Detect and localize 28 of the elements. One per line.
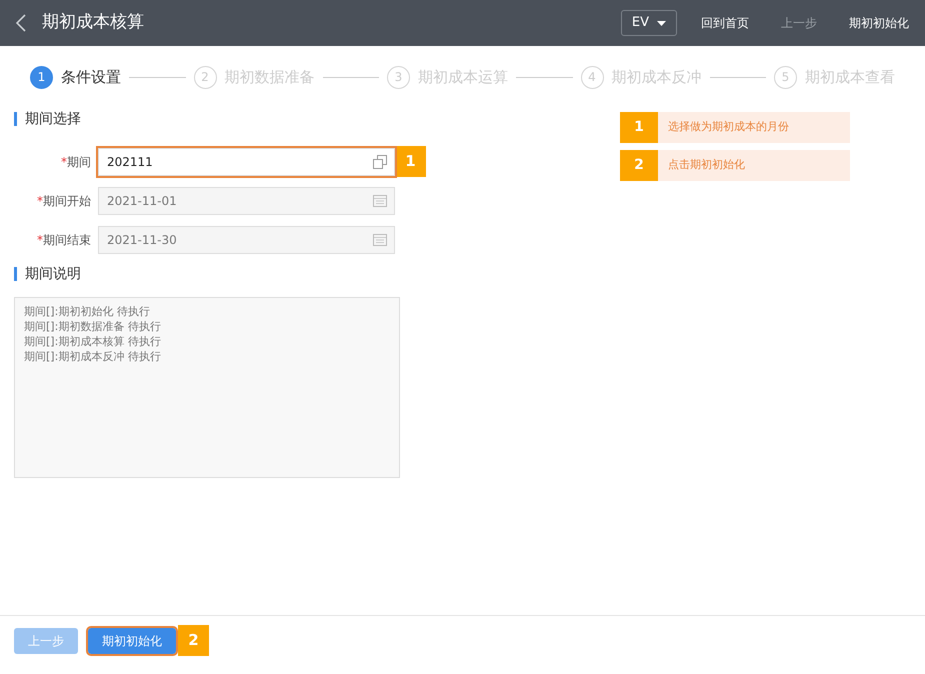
field-label: *期间开始 <box>36 192 92 210</box>
section-title: 期间说明 <box>14 267 440 281</box>
field-label: *期间 <box>60 154 92 170</box>
page-title: 期初成本核算 <box>42 11 144 34</box>
instruction-text: 点击期初初始化 <box>658 150 850 181</box>
input-field[interactable]: 202111 <box>98 148 395 176</box>
callout-badge: 2 <box>178 625 209 656</box>
dropdown-button[interactable]: EV <box>620 10 677 36</box>
description-line: 期间[]:期初成本反冲 待执行 <box>24 349 162 364</box>
callout-badge: 1 <box>395 146 426 177</box>
header-action[interactable]: 期初初始化 <box>849 14 909 32</box>
description-line: 期间[]:期初数据准备 待执行 <box>24 319 162 334</box>
calendar-icon[interactable] <box>373 194 387 206</box>
back-icon[interactable] <box>16 14 26 32</box>
step-badge: 1 <box>620 112 658 143</box>
section-title: 期间选择 <box>14 112 440 126</box>
step-badge: 2 <box>620 150 658 181</box>
header-action[interactable]: 回到首页 <box>701 14 749 32</box>
step-number: 1 <box>30 66 53 88</box>
copy-icon[interactable] <box>373 154 387 168</box>
field-label: *期间结束 <box>36 232 92 248</box>
caret-icon <box>657 20 666 26</box>
calendar-icon[interactable] <box>373 232 387 246</box>
description-line: 期间[]:期初成本核算 待执行 <box>24 334 162 349</box>
step-label[interactable]: 条件设置 <box>61 66 121 88</box>
description-line: 期间[]:期初初始化 待执行 <box>24 304 151 319</box>
instruction-text: 选择做为期初成本的月份 <box>658 112 850 143</box>
footer-button[interactable]: 期初初始化 <box>88 628 176 654</box>
